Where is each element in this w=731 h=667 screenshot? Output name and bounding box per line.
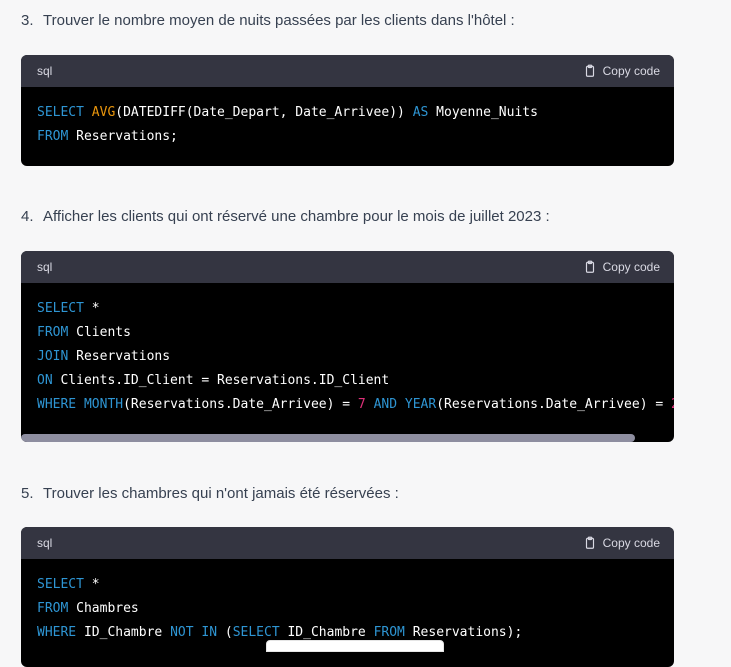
item-text: Trouver les chambres qui n'ont jamais ét… (43, 485, 399, 502)
code-line: SELECT * (37, 573, 658, 597)
code-token: * (83, 301, 100, 316)
code-token: 2023 (671, 397, 674, 412)
scroll-to-bottom-tab[interactable] (266, 640, 444, 652)
code-token: FROM (37, 325, 69, 340)
code-token: Moyenne_Nuits (428, 105, 538, 120)
code-header: sql Copy code (21, 55, 674, 87)
item-number: 4. (21, 208, 34, 225)
list-item-5: 5. Trouver les chambres qui n'ont jamais … (21, 485, 399, 502)
code-token: IN (201, 625, 218, 640)
code-token: JOIN (37, 349, 69, 364)
code-block-2: sql Copy code SELECT * FROM Clients JOIN R… (21, 251, 674, 442)
code-body[interactable]: SELECT * FROM Clients JOIN Reservations ON … (21, 283, 674, 414)
code-line: FROM Reservations; (37, 125, 658, 149)
code-line: ON Clients.ID_Client = Reservations.ID_C… (37, 369, 658, 393)
code-line: SELECT AVG(DATEDIFF(Date_Depart, Date_Ar… (37, 101, 658, 125)
code-token: Reservations (68, 349, 171, 364)
code-token: Chambres (68, 601, 139, 616)
code-token: AS (412, 105, 429, 120)
code-token: FROM (37, 129, 69, 144)
copy-code-button[interactable]: Copy code (583, 64, 660, 78)
code-token: * (83, 577, 100, 592)
copy-code-label: Copy code (602, 536, 660, 550)
code-token: WHERE (37, 397, 84, 412)
code-token: SELECT (232, 625, 280, 640)
copy-code-button[interactable]: Copy code (583, 260, 660, 274)
code-line: JOIN Reservations (37, 345, 658, 369)
code-token: AVG (91, 105, 116, 120)
code-body[interactable]: SELECT AVG(DATEDIFF(Date_Depart, Date_Ar… (21, 87, 674, 163)
clipboard-icon (585, 260, 594, 273)
code-line: FROM Chambres (37, 597, 658, 621)
code-token: Reservations); (404, 625, 523, 640)
code-header: sql Copy code (21, 251, 674, 283)
code-language: sql (37, 260, 53, 274)
copy-code-label: Copy code (602, 64, 660, 78)
code-token: Clients.ID_Client = Reservations.ID_Clie… (52, 373, 390, 388)
code-token: SELECT (37, 105, 92, 120)
code-token: NOT (170, 625, 194, 640)
item-number: 5. (21, 485, 34, 502)
code-token: Reservations; (68, 129, 178, 144)
list-item-4: 4. Afficher les clients qui ont réservé u… (21, 208, 550, 225)
item-text: Trouver le nombre moyen de nuits passées… (43, 12, 515, 29)
item-text: Afficher les clients qui ont réservé une… (43, 208, 550, 225)
code-token: WHERE (37, 625, 77, 640)
code-token: Clients (68, 325, 131, 340)
code-token: FROM (37, 601, 69, 616)
code-token: SELECT (37, 577, 84, 592)
code-language: sql (37, 536, 53, 550)
clipboard-icon (585, 536, 594, 549)
code-token: ID_Chambre (76, 625, 171, 640)
code-language: sql (37, 64, 53, 78)
code-token: YEAR (404, 397, 437, 412)
code-token: SELECT (37, 301, 84, 316)
code-token: (Reservations.Date_Arrivee) = (123, 397, 358, 412)
code-token: AND (373, 397, 405, 412)
list-item-3: 3. Trouver le nombre moyen de nuits passé… (21, 12, 515, 29)
code-token: MONTH (83, 397, 124, 412)
code-token: ON (37, 373, 53, 388)
code-line: FROM Clients (37, 321, 658, 345)
code-token: FROM (373, 625, 405, 640)
code-line: WHERE MONTH(Reservations.Date_Arrivee) =… (37, 393, 674, 414)
copy-code-button[interactable]: Copy code (583, 536, 660, 550)
code-token: 7 (357, 397, 366, 412)
clipboard-icon (585, 64, 594, 77)
code-header: sql Copy code (21, 527, 674, 559)
code-token: (Reservations.Date_Arrivee) = (436, 397, 672, 412)
copy-code-label: Copy code (602, 260, 660, 274)
item-number: 3. (21, 12, 34, 29)
code-token: (DATEDIFF(Date_Depart, Date_Arrivee)) (115, 105, 413, 120)
code-token: ID_Chambre (279, 625, 374, 640)
code-line: SELECT * (37, 297, 658, 321)
horizontal-scrollbar[interactable] (21, 434, 635, 442)
code-block-1: sql Copy code SELECT AVG(DATEDIFF(Date_D… (21, 55, 674, 166)
code-token: ( (217, 625, 233, 640)
